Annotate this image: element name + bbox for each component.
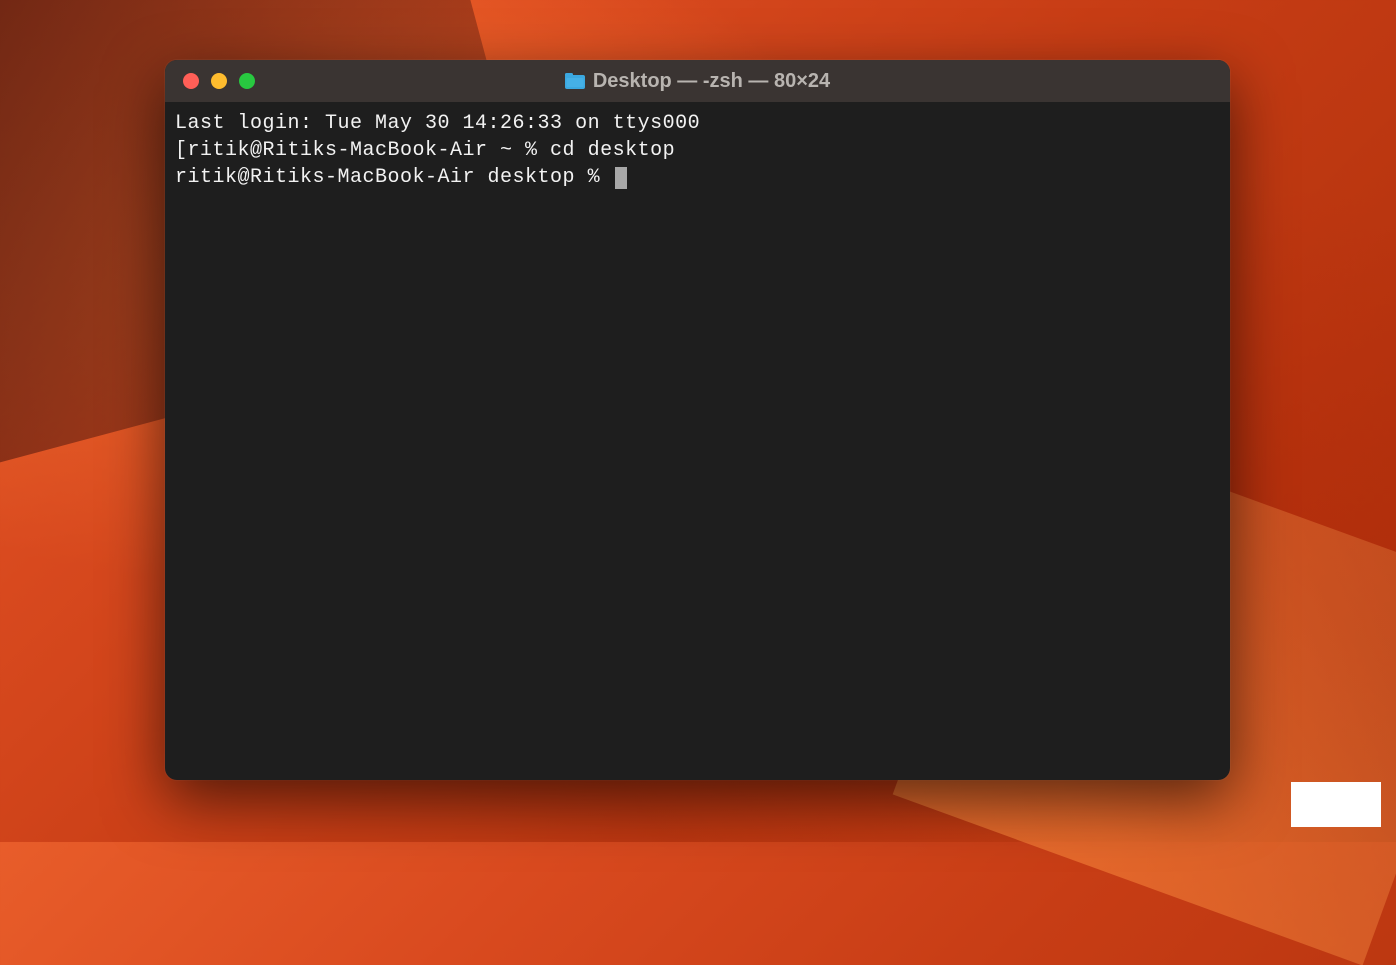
cursor-icon [615, 167, 627, 189]
terminal-prompt: ritik@Ritiks-MacBook-Air desktop % [175, 166, 613, 189]
close-button[interactable] [183, 73, 199, 89]
terminal-window: Desktop — -zsh — 80×24 Last login: Tue M… [165, 60, 1230, 780]
terminal-prompt-line: ritik@Ritiks-MacBook-Air desktop % [175, 164, 1220, 191]
watermark-block [1291, 782, 1381, 827]
terminal-line: Last login: Tue May 30 14:26:33 on ttys0… [175, 110, 1220, 137]
terminal-output[interactable]: Last login: Tue May 30 14:26:33 on ttys0… [165, 102, 1230, 780]
window-title: Desktop — -zsh — 80×24 [593, 70, 830, 93]
traffic-lights [165, 73, 255, 89]
terminal-line: [ritik@Ritiks-MacBook-Air ~ % cd desktop [175, 137, 1220, 164]
minimize-button[interactable] [211, 73, 227, 89]
title-container: Desktop — -zsh — 80×24 [165, 70, 1230, 93]
folder-icon [565, 73, 585, 89]
maximize-button[interactable] [239, 73, 255, 89]
window-titlebar[interactable]: Desktop — -zsh — 80×24 [165, 60, 1230, 102]
